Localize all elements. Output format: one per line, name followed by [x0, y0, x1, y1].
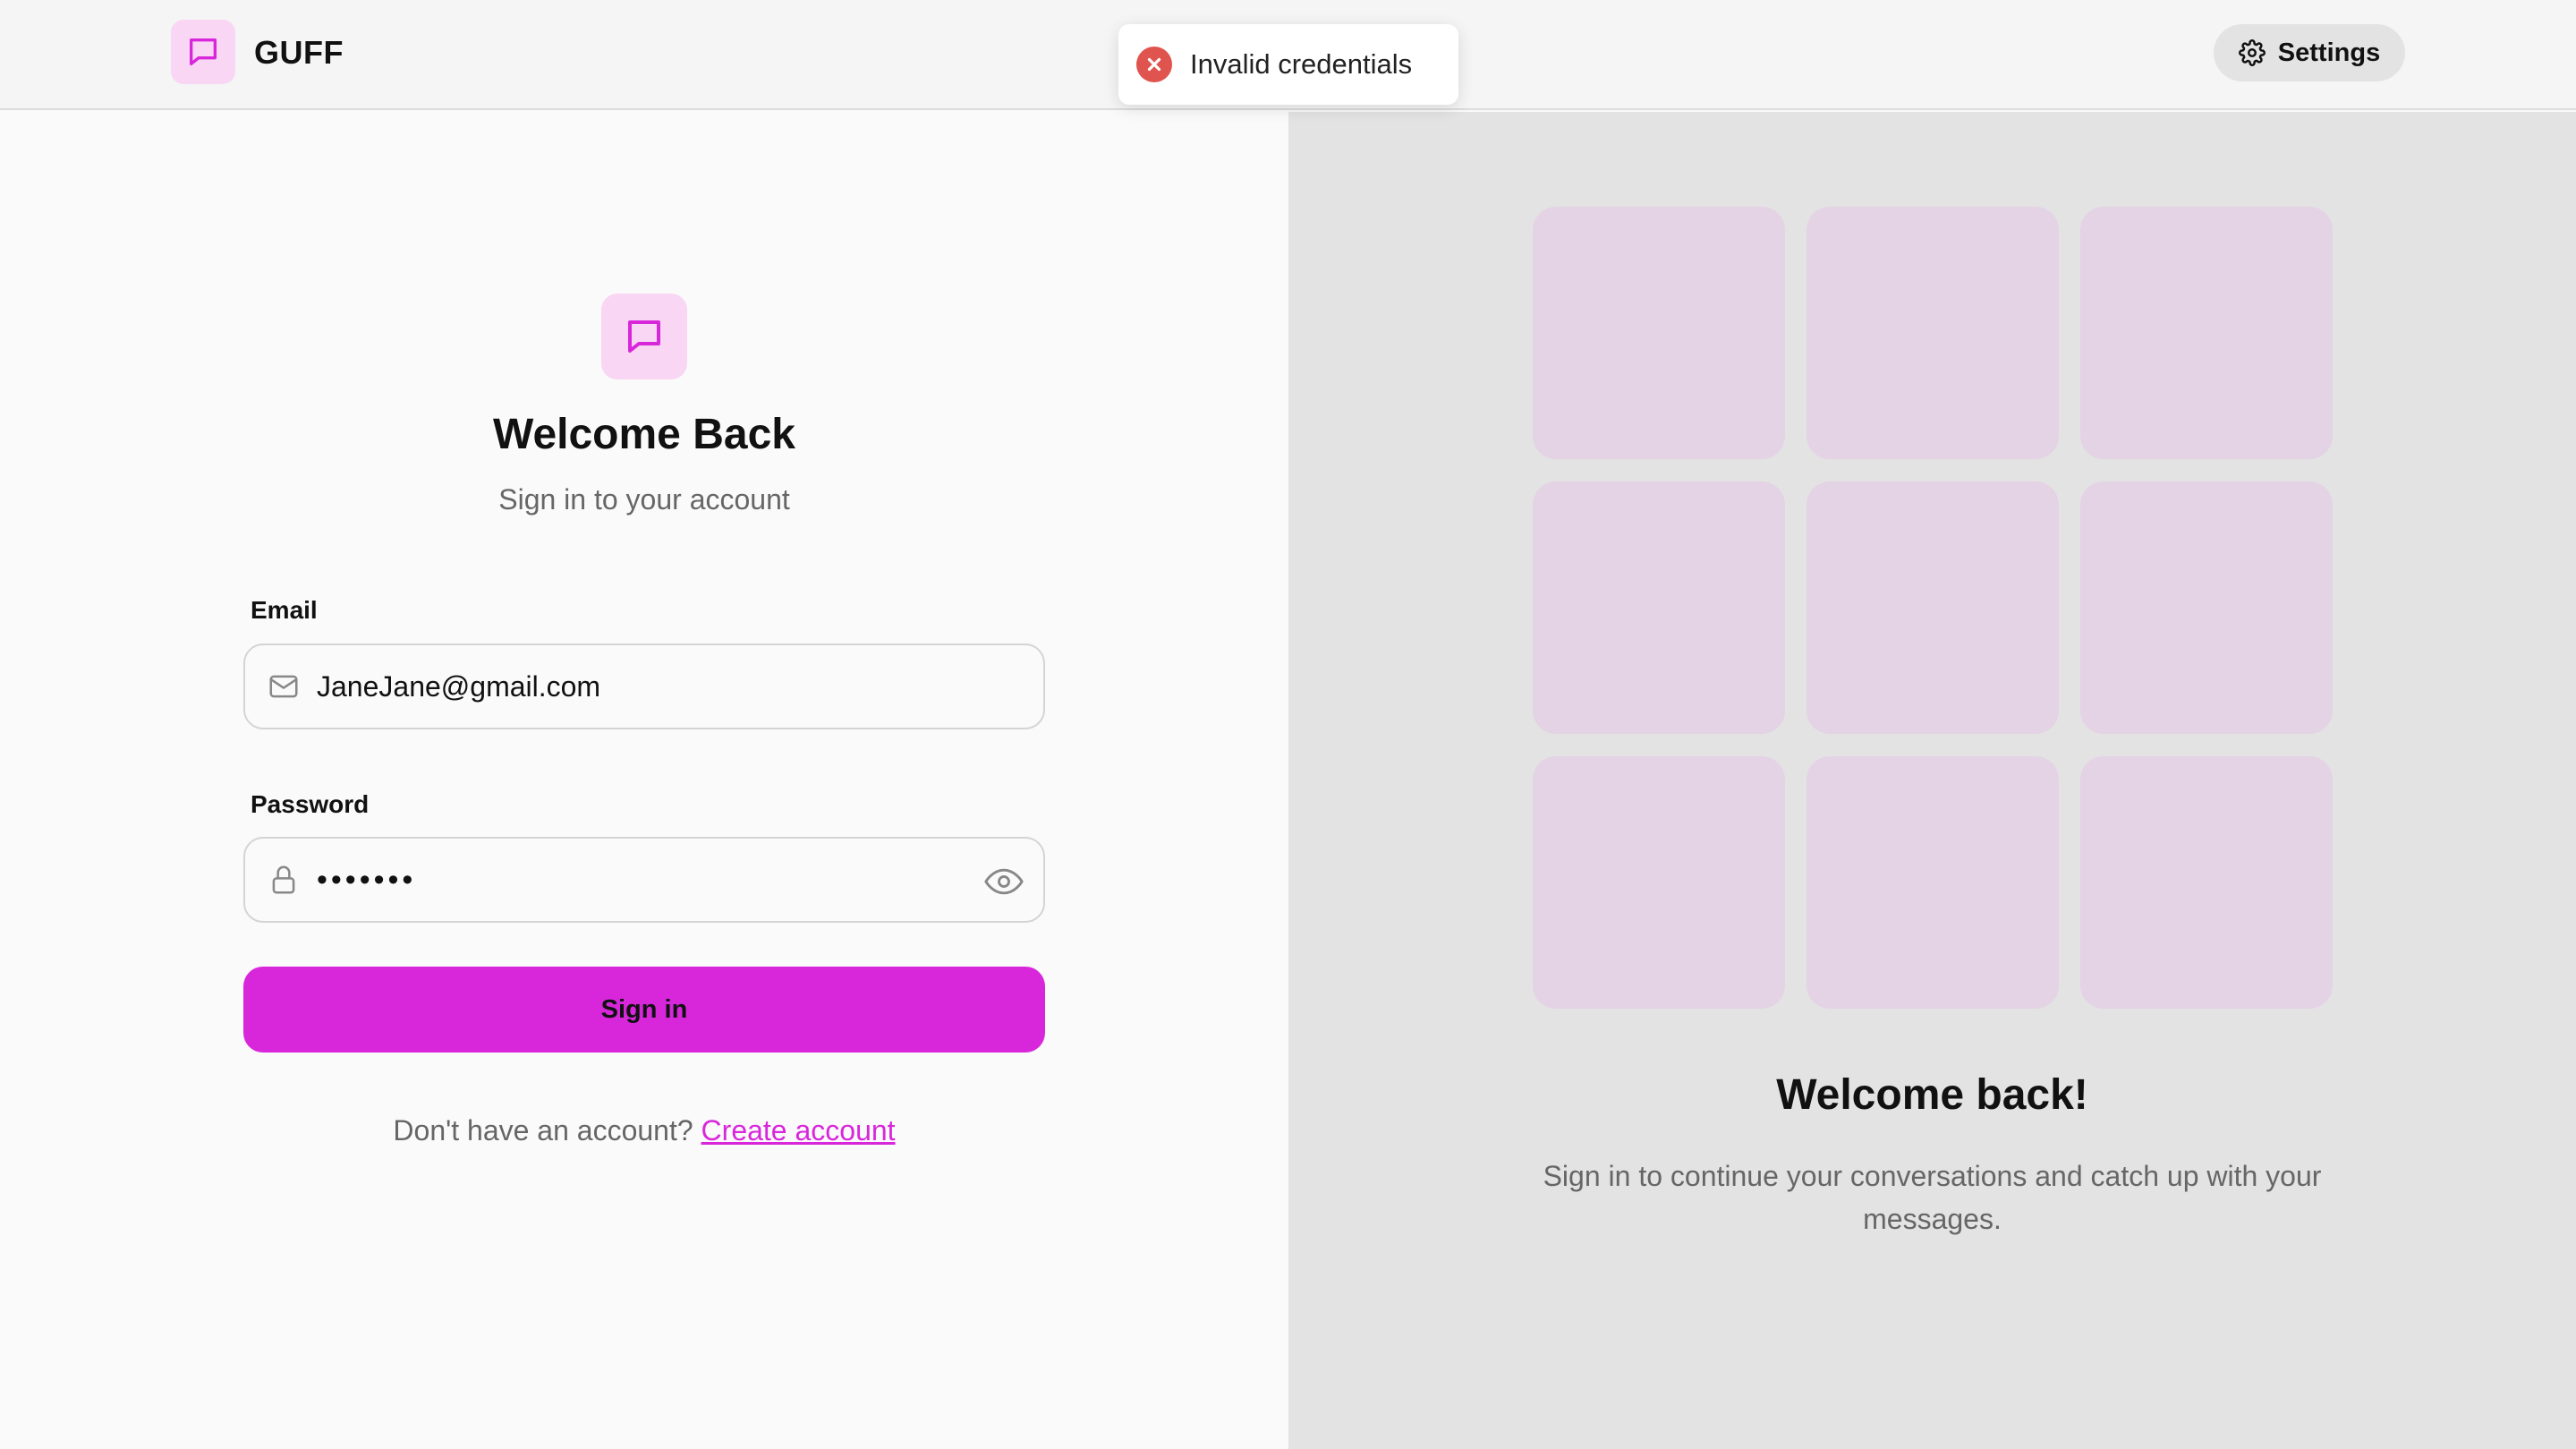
toast-message: Invalid credentials — [1190, 48, 1413, 80]
x-circle-icon — [1136, 47, 1172, 82]
gear-icon — [2238, 39, 2266, 66]
decor-tile — [1807, 756, 2059, 1009]
password-label: Password — [251, 790, 370, 818]
decor-tile — [1807, 482, 2059, 734]
eye-icon[interactable] — [984, 862, 1024, 901]
signup-line: Don't have an account? Create account — [0, 1114, 1288, 1147]
decor-tile — [1533, 482, 1785, 734]
decor-tile — [1533, 756, 1785, 1009]
lock-icon — [272, 865, 295, 894]
decor-tile — [1533, 207, 1785, 459]
create-account-link[interactable]: Create account — [701, 1114, 896, 1146]
settings-label: Settings — [2277, 38, 2381, 67]
login-subtitle: Sign in to your account — [498, 483, 790, 516]
email-label: Email — [251, 596, 318, 624]
brand-name: GUFF — [254, 34, 344, 71]
decor-tile — [1807, 207, 2059, 459]
decor-tile — [2080, 482, 2333, 734]
password-field[interactable] — [243, 837, 1045, 923]
app-logo[interactable] — [171, 20, 235, 84]
form-logo — [601, 294, 687, 379]
chat-bubble-icon — [190, 38, 217, 66]
decor-tile — [2080, 756, 2333, 1009]
email-field[interactable] — [243, 644, 1045, 729]
promo-title: Welcome back! — [1776, 1071, 2088, 1119]
decor-tile — [2080, 207, 2333, 459]
password-input[interactable] — [317, 853, 1043, 907]
login-title: Welcome Back — [493, 411, 795, 458]
email-input[interactable] — [317, 660, 1043, 713]
error-toast: Invalid credentials — [1118, 24, 1458, 105]
chat-bubble-icon — [628, 320, 660, 353]
signup-prompt: Don't have an account? — [393, 1114, 693, 1146]
mail-icon — [269, 675, 298, 698]
promo-subtitle: Sign in to continue your conversations a… — [1543, 1160, 2322, 1235]
sign-in-button[interactable]: Sign in — [243, 967, 1045, 1053]
settings-button[interactable]: Settings — [2214, 24, 2405, 81]
